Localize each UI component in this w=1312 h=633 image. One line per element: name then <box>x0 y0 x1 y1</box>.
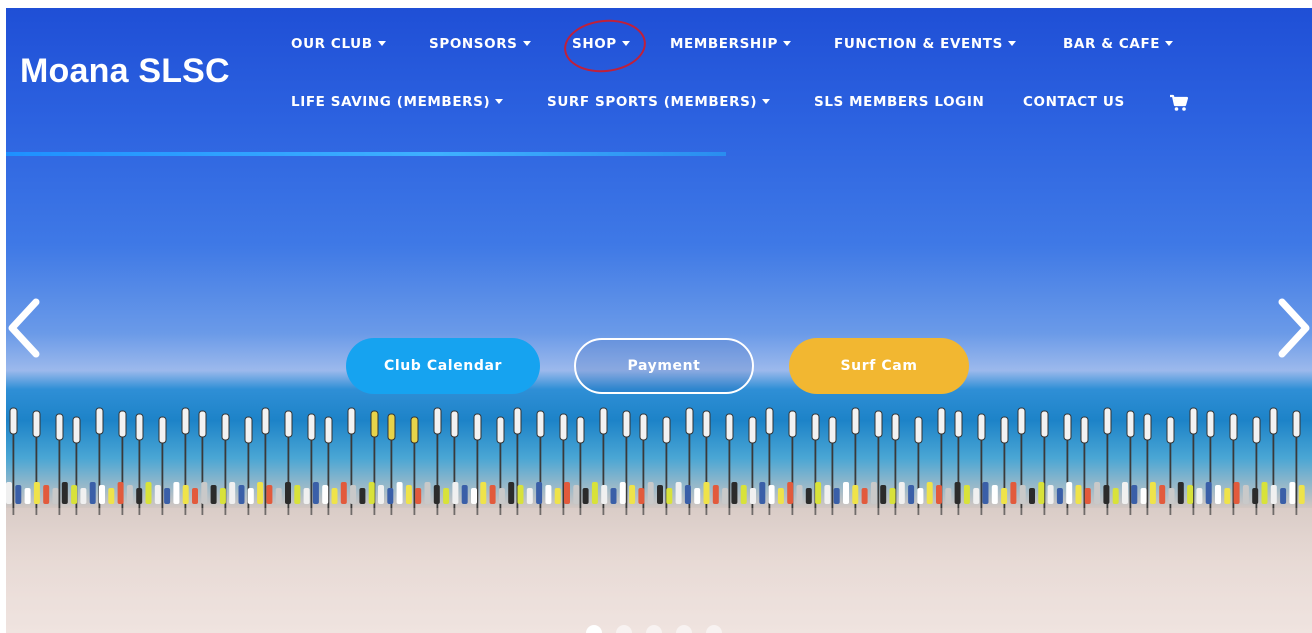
caret-down-icon <box>377 41 386 46</box>
nav-bar-cafe[interactable]: BAR & CAFE <box>1063 36 1174 52</box>
nav-life-saving-label: LIFE SAVING (MEMBERS) <box>291 94 491 110</box>
slider-dot-3[interactable] <box>646 625 662 633</box>
nav-life-saving[interactable]: LIFE SAVING (MEMBERS) <box>291 94 504 110</box>
chevron-left-icon[interactable] <box>6 298 46 358</box>
caret-down-icon <box>762 99 771 104</box>
crowd-scene <box>6 482 1305 504</box>
nav-our-club-label: OUR CLUB <box>291 36 373 52</box>
header-accent-line <box>6 152 726 156</box>
nav-our-club[interactable]: OUR CLUB <box>291 36 386 52</box>
nav-membership[interactable]: MEMBERSHIP <box>670 36 791 52</box>
nav-membership-label: MEMBERSHIP <box>670 36 778 52</box>
caret-down-icon <box>1007 41 1016 46</box>
nav-surf-sports[interactable]: SURF SPORTS (MEMBERS) <box>547 94 771 110</box>
nav-function-events-label: FUNCTION & EVENTS <box>834 36 1003 52</box>
slider-dot-5[interactable] <box>706 625 722 633</box>
nav-shop-label: SHOP <box>572 36 617 52</box>
nav-bar-cafe-label: BAR & CAFE <box>1063 36 1161 52</box>
nav-shop[interactable]: SHOP <box>572 36 630 52</box>
slider-dot-4[interactable] <box>676 625 692 633</box>
caret-down-icon <box>621 41 630 46</box>
payment-label: Payment <box>627 358 701 374</box>
nav-function-events[interactable]: FUNCTION & EVENTS <box>834 36 1016 52</box>
nav-sponsors-label: SPONSORS <box>429 36 518 52</box>
club-calendar-label: Club Calendar <box>383 358 503 374</box>
slider-dot-2[interactable] <box>616 625 632 633</box>
nav-contact-us-label: CONTACT US <box>1023 94 1125 110</box>
chevron-right-icon[interactable] <box>1272 298 1312 358</box>
nav-sls-members-login-label: SLS MEMBERS LOGIN <box>814 94 985 110</box>
shopping-cart-icon[interactable] <box>1169 94 1189 112</box>
caret-down-icon <box>522 41 531 46</box>
caret-down-icon <box>495 99 504 104</box>
payment-button[interactable]: Payment <box>574 338 754 394</box>
slider-dot-1[interactable] <box>586 625 602 633</box>
surf-cam-label: Surf Cam <box>840 358 918 374</box>
caret-down-icon <box>1165 41 1174 46</box>
site-logo[interactable]: Moana SLSC <box>20 52 230 91</box>
nav-contact-us[interactable]: CONTACT US <box>1023 94 1125 110</box>
club-calendar-button[interactable]: Club Calendar <box>346 338 540 394</box>
nav-sls-members-login[interactable]: SLS MEMBERS LOGIN <box>814 94 984 110</box>
nav-surf-sports-label: SURF SPORTS (MEMBERS) <box>547 94 758 110</box>
hero-slider: Moana SLSC OUR CLUB SPONSORS SHOP MEMBER… <box>6 8 1312 633</box>
surf-cam-button[interactable]: Surf Cam <box>789 338 969 394</box>
nav-sponsors[interactable]: SPONSORS <box>429 36 531 52</box>
slider-dots <box>586 625 722 633</box>
caret-down-icon <box>782 41 791 46</box>
